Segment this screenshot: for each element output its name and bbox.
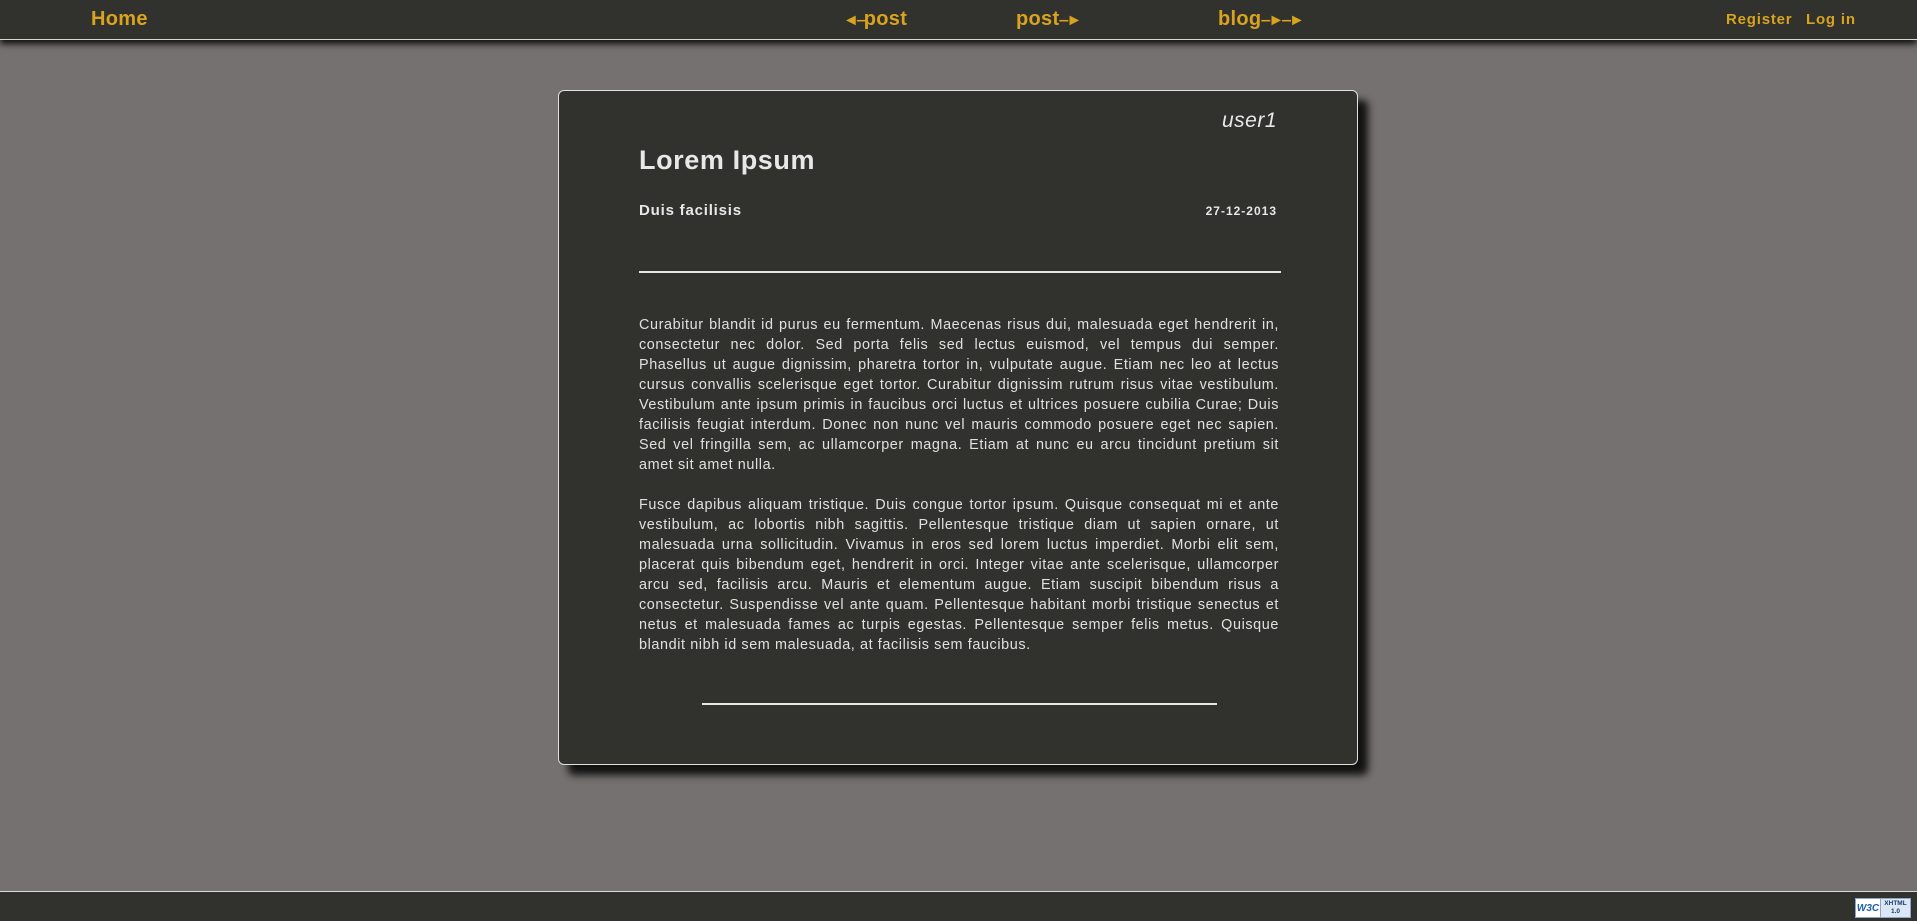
register-link[interactable]: Register [1726,11,1792,28]
arrow-left-icon: ◄‒ [843,12,866,29]
previous-post-link[interactable]: ◄‒post [843,8,907,31]
top-navigation-bar: Home ◄‒post post‒► blog‒►‒► Register Log… [0,0,1917,40]
post-paragraph: Fusce dapibus aliquam tristique. Duis co… [639,497,1279,653]
next-post-label: post [1016,8,1060,30]
post-paragraph: Curabitur blandit id purus eu fermentum.… [639,317,1279,473]
xhtml-version-label: XHTML 1.0 [1881,899,1910,917]
double-arrow-right-icon: ‒►‒► [1261,12,1304,29]
footer-bar: W3C XHTML 1.0 [0,891,1917,921]
badge-line-2: 1.0 [1890,908,1901,915]
post-author: user1 [1221,109,1277,132]
divider-top [639,271,1281,273]
blog-label: blog [1218,8,1262,30]
post-date: 27-12-2013 [1205,204,1277,218]
badge-line-1: XHTML [1884,900,1907,907]
previous-post-label: post [863,8,908,30]
next-post-link[interactable]: post‒► [1016,8,1082,31]
arrow-right-icon: ‒► [1059,12,1082,29]
blog-link[interactable]: blog‒►‒► [1218,8,1305,31]
post-title: Lorem Ipsum [639,145,816,175]
w3c-xhtml-badge-icon[interactable]: W3C XHTML 1.0 [1855,898,1911,918]
post-card: user1 Lorem Ipsum Duis facilisis 27-12-2… [558,90,1358,765]
login-link[interactable]: Log in [1806,11,1856,28]
w3c-logo: W3C [1856,899,1881,917]
post-subtitle: Duis facilisis [639,202,742,219]
home-link[interactable]: Home [91,8,148,31]
post-body: Curabitur blandit id purus eu fermentum.… [639,315,1279,675]
divider-bottom [702,703,1217,705]
